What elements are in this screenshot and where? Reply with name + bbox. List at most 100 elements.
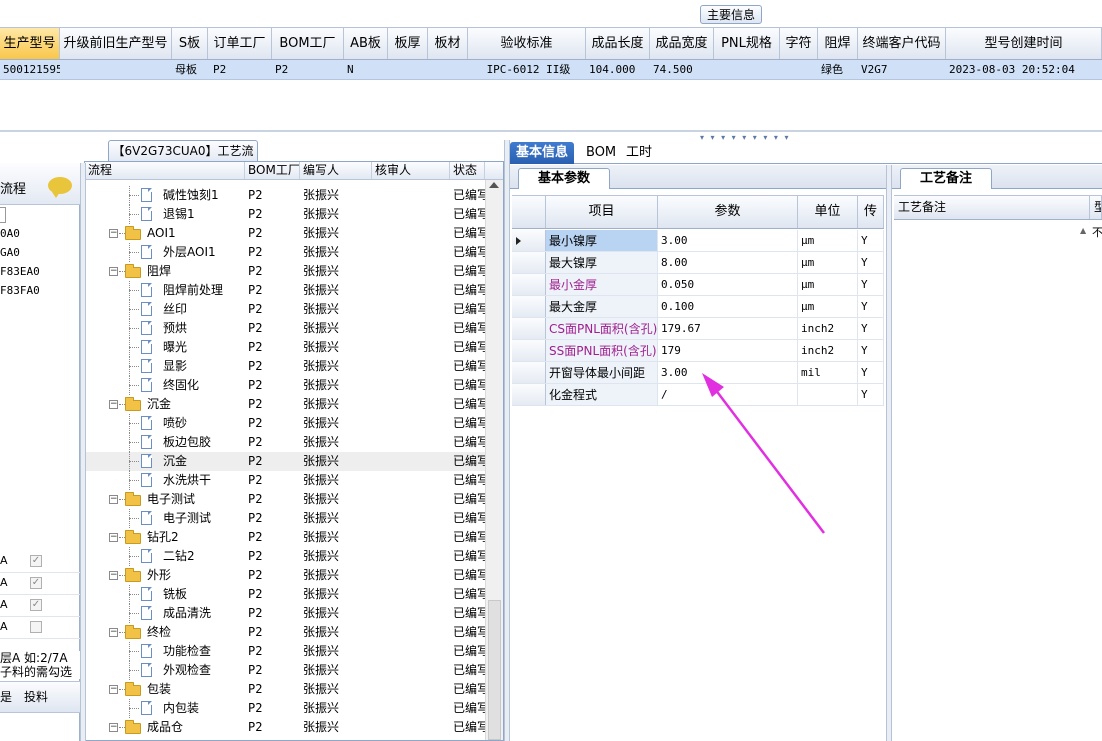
- tree-row[interactable]: 终固化P2张振兴已编写: [85, 376, 485, 395]
- row-header[interactable]: [512, 384, 546, 405]
- collapse-icon[interactable]: −: [109, 533, 118, 542]
- main-col-header[interactable]: S板: [172, 28, 208, 59]
- param-row[interactable]: 最小金厚 0.050 μm Y: [512, 274, 884, 296]
- param-row[interactable]: SS面PNL面积(含孔) 179 inch2 Y: [512, 340, 884, 362]
- process-vertical-scrollbar[interactable]: [485, 180, 503, 740]
- tree-row[interactable]: − 包装 P2 张振兴 已编写: [85, 680, 485, 699]
- collapse-icon[interactable]: −: [109, 229, 118, 238]
- main-col-header[interactable]: 字符: [780, 28, 818, 59]
- left-search-input[interactable]: [0, 207, 6, 223]
- tab-basic-info[interactable]: 基本信息: [510, 142, 575, 164]
- left-list-item[interactable]: F83EA0: [0, 265, 40, 278]
- left-list-item[interactable]: GA0: [0, 246, 20, 259]
- main-col-header[interactable]: 板厚: [388, 28, 428, 59]
- col-flow[interactable]: 流程: [85, 162, 245, 179]
- tab-work-hours[interactable]: 工时: [626, 142, 652, 164]
- feed-checkbox[interactable]: [30, 621, 42, 633]
- row-header[interactable]: [512, 230, 546, 251]
- tree-row[interactable]: − 沉金 P2 张振兴 已编写: [85, 395, 485, 414]
- vertical-splitter[interactable]: [886, 165, 892, 741]
- tree-row[interactable]: − AOI1 P2 张振兴 已编写: [85, 224, 485, 243]
- tree-row[interactable]: 阻焊前处理P2张振兴已编写: [85, 281, 485, 300]
- tree-row[interactable]: 铣板P2张振兴已编写: [85, 585, 485, 604]
- collapse-icon[interactable]: −: [109, 571, 118, 580]
- col-process-remark[interactable]: 工艺备注: [894, 196, 1090, 219]
- tree-row[interactable]: − 终检 P2 张振兴 已编写: [85, 623, 485, 642]
- chat-icon[interactable]: [48, 177, 72, 198]
- tree-row[interactable]: − 钻孔2 P2 张振兴 已编写: [85, 528, 485, 547]
- param-row[interactable]: 最大金厚 0.100 μm Y: [512, 296, 884, 318]
- main-col-header[interactable]: BOM工厂: [272, 28, 344, 59]
- left-grid-row[interactable]: A ✓: [0, 551, 80, 573]
- col-status[interactable]: 状态: [450, 162, 485, 179]
- feed-checkbox[interactable]: ✓: [30, 599, 42, 611]
- tree-row[interactable]: 成品清洗P2张振兴已编写: [85, 604, 485, 623]
- collapse-icon[interactable]: −: [109, 400, 118, 409]
- tree-row[interactable]: 曝光P2张振兴已编写: [85, 338, 485, 357]
- main-col-header[interactable]: PNL规格: [714, 28, 780, 59]
- col-flag[interactable]: 传: [858, 196, 884, 228]
- tab-process-remarks[interactable]: 工艺备注: [900, 168, 992, 189]
- scroll-thumb[interactable]: [488, 600, 501, 740]
- tree-row[interactable]: 水洗烘干P2张振兴已编写: [85, 471, 485, 490]
- main-col-header[interactable]: 订单工厂: [208, 28, 272, 59]
- main-info-row[interactable]: 500121595 母板 P2 P2 N IPC-6012 II级 104.000 74.50…: [0, 60, 1102, 80]
- tree-row[interactable]: 外观检查P2张振兴已编写: [85, 661, 485, 680]
- scroll-up-arrow-icon[interactable]: [489, 182, 499, 188]
- main-info-tab[interactable]: 主要信息: [700, 5, 762, 24]
- main-col-header[interactable]: 板材: [428, 28, 468, 59]
- tab-basic-params[interactable]: 基本参数: [518, 168, 610, 189]
- tree-row[interactable]: 电子测试P2张振兴已编写: [85, 509, 485, 528]
- param-row[interactable]: CS面PNL面积(含孔) 179.67 inch2 Y: [512, 318, 884, 340]
- param-row[interactable]: 最大镍厚 8.00 μm Y: [512, 252, 884, 274]
- tree-row[interactable]: − 外形 P2 张振兴 已编写: [85, 566, 485, 585]
- tree-row[interactable]: 板边包胶P2张振兴已编写: [85, 433, 485, 452]
- main-col-header[interactable]: AB板: [344, 28, 388, 59]
- collapse-icon[interactable]: −: [109, 267, 118, 276]
- col-param[interactable]: 参数: [658, 196, 798, 228]
- tree-row[interactable]: 碱性蚀刻1P2张振兴已编写: [85, 186, 485, 205]
- left-list-item[interactable]: F83FA0: [0, 284, 40, 297]
- tree-row[interactable]: 喷砂P2张振兴已编写: [85, 414, 485, 433]
- tree-row[interactable]: 丝印P2张振兴已编写: [85, 300, 485, 319]
- vertical-splitter[interactable]: [504, 140, 510, 741]
- collapse-icon[interactable]: −: [109, 495, 118, 504]
- row-header[interactable]: [512, 318, 546, 339]
- row-header[interactable]: [512, 340, 546, 361]
- main-col-header[interactable]: 成品长度: [586, 28, 650, 59]
- collapse-icon[interactable]: −: [109, 723, 118, 732]
- col-reviewer[interactable]: 核审人: [372, 162, 450, 179]
- row-header[interactable]: [512, 274, 546, 295]
- main-col-header[interactable]: 生产型号: [0, 28, 60, 59]
- main-col-header[interactable]: 验收标准: [468, 28, 586, 59]
- main-col-header[interactable]: 终端客户代码: [858, 28, 946, 59]
- collapse-icon[interactable]: −: [109, 628, 118, 637]
- tree-row[interactable]: 外层AOI1P2张振兴已编写: [85, 243, 485, 262]
- left-grid-row[interactable]: A ✓: [0, 595, 80, 617]
- tree-row[interactable]: 内包装P2张振兴已编写: [85, 699, 485, 718]
- tree-row[interactable]: 预烘P2张振兴已编写: [85, 319, 485, 338]
- process-flow-title[interactable]: 【6V2G73CUA0】工艺流程: [108, 140, 258, 178]
- main-col-header[interactable]: 型号创建时间: [946, 28, 1102, 59]
- tree-row[interactable]: 功能检查P2张振兴已编写: [85, 642, 485, 661]
- tree-row[interactable]: − 阻焊 P2 张振兴 已编写: [85, 262, 485, 281]
- left-grid-row[interactable]: A: [0, 617, 80, 639]
- main-col-header[interactable]: 阻焊: [818, 28, 858, 59]
- param-row[interactable]: 最小镍厚 3.00 μm Y: [512, 230, 884, 252]
- tree-row[interactable]: 二钻2P2张振兴已编写: [85, 547, 485, 566]
- feed-checkbox[interactable]: ✓: [30, 577, 42, 589]
- tree-row[interactable]: − 电子测试 P2 张振兴 已编写: [85, 490, 485, 509]
- col-writer[interactable]: 编写人: [300, 162, 372, 179]
- tab-bom[interactable]: BOM: [586, 142, 616, 164]
- col-model[interactable]: 型: [1090, 196, 1102, 219]
- main-col-header[interactable]: 升级前旧生产型号: [60, 28, 172, 59]
- left-grid-row[interactable]: A ✓: [0, 573, 80, 595]
- tree-row[interactable]: 退锡1P2张振兴已编写: [85, 205, 485, 224]
- tree-row[interactable]: 显影P2张振兴已编写: [85, 357, 485, 376]
- col-item[interactable]: 项目: [546, 196, 658, 228]
- row-header[interactable]: [512, 362, 546, 383]
- feed-checkbox[interactable]: ✓: [30, 555, 42, 567]
- left-list-item[interactable]: 0A0: [0, 227, 20, 240]
- vertical-splitter[interactable]: [80, 163, 86, 741]
- scroll-up-arrow-icon[interactable]: ▲: [1080, 226, 1086, 235]
